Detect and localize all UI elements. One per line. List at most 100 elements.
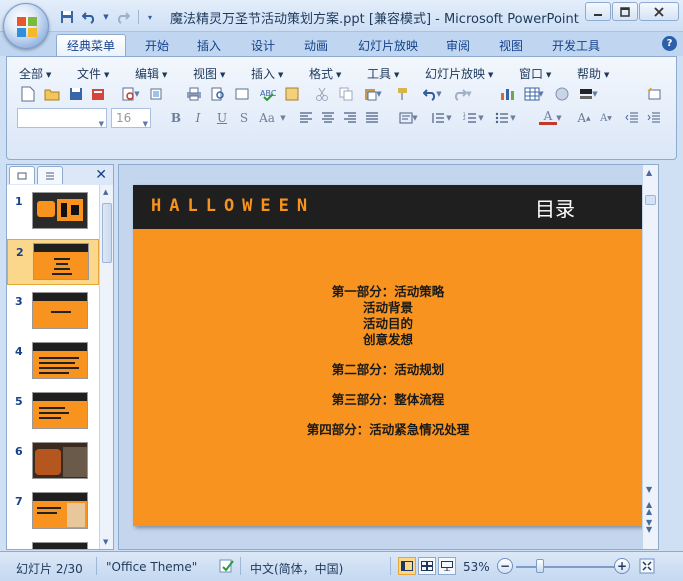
maximize-button[interactable] <box>612 2 638 21</box>
spelling-icon[interactable]: ABC <box>259 85 277 103</box>
menu-view[interactable]: 视图 ▼ <box>193 65 225 82</box>
font-size-combo[interactable]: 16 ▼ <box>111 108 151 128</box>
bold-icon[interactable]: B <box>167 109 185 127</box>
open-folder-icon[interactable] <box>43 85 61 103</box>
tab-review[interactable]: 审阅 <box>437 34 479 56</box>
menu-format[interactable]: 格式 ▼ <box>309 65 341 82</box>
chevron-down-icon[interactable]: ▼ <box>375 85 383 103</box>
align-right-icon[interactable] <box>341 109 359 127</box>
tab-home[interactable]: 开始 <box>136 34 178 56</box>
fit-to-window-icon[interactable] <box>638 557 656 578</box>
research-icon[interactable] <box>283 85 301 103</box>
menu-all[interactable]: 全部 ▼ <box>19 65 51 82</box>
grow-font-icon[interactable]: A ▲ <box>575 109 593 127</box>
new-document-icon[interactable] <box>19 85 37 103</box>
attach-file-icon[interactable] <box>147 85 165 103</box>
thumbnail-item[interactable]: 6 <box>7 439 99 485</box>
thumbnail-item[interactable]: 1 <box>7 189 99 235</box>
clipart-icon[interactable] <box>553 85 571 103</box>
slide-scrollbar[interactable]: ▲ ▼ ▲ ▲ ▼ ▼ <box>642 165 658 549</box>
chevron-down-icon[interactable]: ▼ <box>465 85 473 103</box>
print-preview-magnifier-icon[interactable] <box>209 85 227 103</box>
cut-icon[interactable] <box>313 85 331 103</box>
underline-icon[interactable]: U <box>213 109 231 127</box>
zoom-slider[interactable] <box>516 566 616 568</box>
thumbnail-item[interactable]: 2 <box>7 239 99 285</box>
increase-indent-icon[interactable] <box>645 109 663 127</box>
scrollbar-thumb[interactable] <box>645 195 656 205</box>
chevron-down-icon[interactable]: ▼ <box>591 85 599 103</box>
office-button[interactable] <box>3 3 49 49</box>
save-icon[interactable] <box>67 85 85 103</box>
scroll-down-icon[interactable]: ▼ <box>103 538 108 546</box>
slideshow-view-icon[interactable] <box>438 557 456 575</box>
chevron-down-icon[interactable]: ▼ <box>509 109 517 127</box>
minimize-button[interactable] <box>585 2 611 21</box>
tab-developer[interactable]: 开发工具 <box>544 34 608 56</box>
redo-icon[interactable] <box>114 8 132 26</box>
normal-view-icon[interactable] <box>398 557 416 575</box>
chevron-down-icon[interactable]: ▼ <box>411 109 419 127</box>
font-name-combo[interactable]: ▼ <box>17 108 107 128</box>
thumbnail-item[interactable] <box>7 539 99 549</box>
chevron-down-icon[interactable]: ▼ <box>445 109 453 127</box>
thumbnail-scrollbar[interactable]: ▲ ▼ <box>99 185 113 549</box>
slide-sorter-view-icon[interactable] <box>418 557 436 575</box>
close-button[interactable] <box>639 2 679 21</box>
tab-classic-menu[interactable]: 经典菜单 <box>56 34 126 56</box>
menu-slideshow[interactable]: 幻灯片放映 ▼ <box>425 65 493 82</box>
save-icon[interactable] <box>58 8 76 26</box>
undo-icon[interactable] <box>80 8 98 26</box>
italic-icon[interactable]: I <box>189 109 207 127</box>
thumbnail-item[interactable]: 3 <box>7 289 99 335</box>
menu-file[interactable]: 文件 ▼ <box>77 65 109 82</box>
chevron-down-icon[interactable]: ▼ <box>555 109 563 127</box>
outline-tab-icon[interactable] <box>37 166 63 184</box>
menu-window[interactable]: 窗口 ▼ <box>519 65 551 82</box>
shadow-icon[interactable]: S <box>235 109 253 127</box>
scroll-up-icon[interactable]: ▲ <box>646 168 652 177</box>
scroll-down-icon[interactable]: ▼ <box>646 485 652 494</box>
menu-tools[interactable]: 工具 ▼ <box>367 65 399 82</box>
chevron-down-icon[interactable]: ▼ <box>279 109 287 127</box>
thumbnail-item[interactable]: 7 <box>7 489 99 535</box>
change-case-icon[interactable]: Aa <box>255 109 279 127</box>
thumbnail-item[interactable]: 5 <box>7 389 99 435</box>
thumbnail-item[interactable]: 4 <box>7 339 99 385</box>
zoom-level[interactable]: 53% <box>463 560 490 574</box>
shrink-font-icon[interactable]: A ▼ <box>597 109 615 127</box>
chevron-down-icon[interactable]: ▼ <box>102 8 110 26</box>
chevron-down-icon[interactable]: ▼ <box>435 85 443 103</box>
slide-canvas[interactable]: HALLOWEEN 目录 第一部分：活动策略 活动背景 活动目的 创意发想 第二… <box>133 185 643 526</box>
align-center-icon[interactable] <box>319 109 337 127</box>
tab-design[interactable]: 设计 <box>242 34 284 56</box>
new-slide-icon[interactable] <box>645 85 663 103</box>
language-indicator[interactable]: 中文(简体，中国) <box>250 560 343 577</box>
scrollbar-thumb[interactable] <box>102 203 112 263</box>
help-icon[interactable]: ? <box>662 36 677 51</box>
print-icon[interactable] <box>185 85 203 103</box>
chevron-down-icon[interactable]: ▼ <box>133 85 141 103</box>
menu-insert[interactable]: 插入 ▼ <box>251 65 283 82</box>
zoom-in-icon[interactable]: + <box>614 558 630 574</box>
tab-insert[interactable]: 插入 <box>188 34 230 56</box>
page-setup-icon[interactable] <box>233 85 251 103</box>
next-slide-icon[interactable]: ▼ ▼ <box>646 519 652 534</box>
decrease-indent-icon[interactable] <box>623 109 641 127</box>
tab-view[interactable]: 视图 <box>490 34 532 56</box>
previous-slide-icon[interactable]: ▲ ▲ <box>646 501 652 516</box>
menu-edit[interactable]: 编辑 ▼ <box>135 65 167 82</box>
tab-slideshow[interactable]: 幻灯片放映 <box>350 34 426 56</box>
spelling-check-icon[interactable] <box>218 557 236 578</box>
copy-icon[interactable] <box>337 85 355 103</box>
chart-icon[interactable] <box>499 85 517 103</box>
chevron-down-icon[interactable]: ▼ <box>477 109 485 127</box>
zoom-out-icon[interactable]: − <box>497 558 513 574</box>
scroll-up-icon[interactable]: ▲ <box>103 188 108 196</box>
permission-icon[interactable] <box>89 85 107 103</box>
slides-tab-icon[interactable] <box>9 166 35 184</box>
close-icon[interactable]: ✕ <box>95 167 107 183</box>
align-left-icon[interactable] <box>297 109 315 127</box>
justify-icon[interactable] <box>363 109 381 127</box>
format-painter-icon[interactable] <box>393 85 411 103</box>
